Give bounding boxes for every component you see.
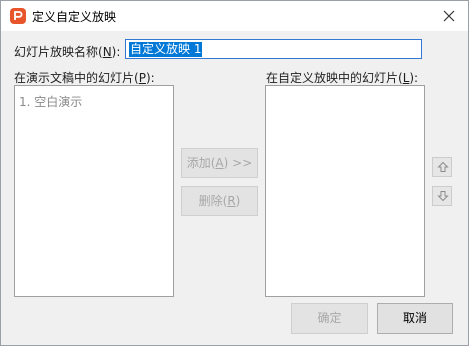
move-down-button[interactable] <box>432 186 452 206</box>
dialog-title: 定义自定义放映 <box>32 10 117 24</box>
show-name-label: 幻灯片放映名称(N): <box>14 45 121 59</box>
ok-button[interactable]: 确定 <box>291 303 368 334</box>
move-up-button[interactable] <box>432 157 452 177</box>
show-name-value: 自定义放映 1 <box>129 42 203 57</box>
presentation-slides-list[interactable]: 1. 空白演示 <box>14 85 174 297</box>
list-item[interactable]: 1. 空白演示 <box>19 93 82 110</box>
custom-show-slides-list[interactable] <box>265 85 425 297</box>
title-bar: 定义自定义放映 <box>1 1 468 31</box>
close-icon <box>443 10 455 22</box>
cancel-button[interactable]: 取消 <box>377 303 453 334</box>
arrow-down-icon <box>437 191 449 202</box>
arrow-up-icon <box>437 161 449 172</box>
add-button[interactable]: 添加(A) >> <box>181 148 258 178</box>
remove-button[interactable]: 删除(R) <box>181 186 258 216</box>
custom-show-dialog: 定义自定义放映 幻灯片放映名称(N): 自定义放映 1 在演示文稿中的幻灯片(P… <box>0 0 469 346</box>
wps-presentation-icon <box>10 8 26 24</box>
show-name-input[interactable]: 自定义放映 1 <box>125 39 422 59</box>
presentation-slides-label: 在演示文稿中的幻灯片(P): <box>14 71 155 85</box>
close-button[interactable] <box>438 6 460 26</box>
custom-show-slides-label: 在自定义放映中的幻灯片(L): <box>266 71 419 85</box>
